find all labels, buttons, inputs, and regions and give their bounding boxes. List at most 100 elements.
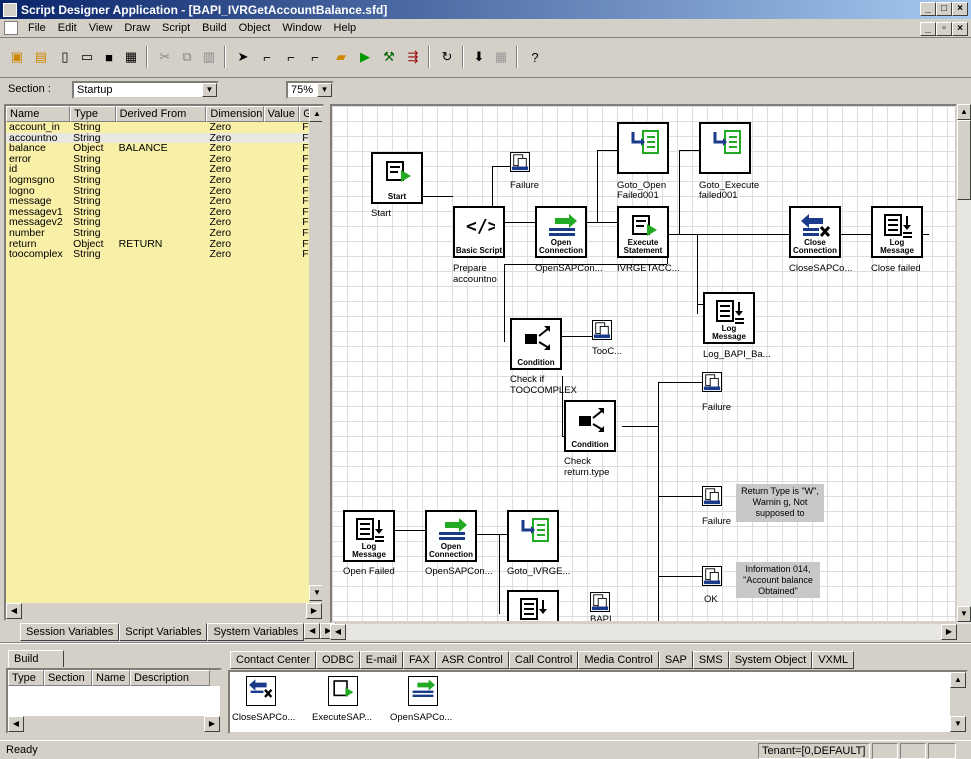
- pointer-icon[interactable]: ➤: [232, 46, 254, 68]
- scroll-thumb[interactable]: [957, 120, 971, 200]
- col-value[interactable]: Value: [263, 106, 300, 122]
- maximize-button[interactable]: □: [936, 2, 952, 16]
- scroll-left-button[interactable]: ◀: [330, 624, 346, 640]
- scroll-down-button[interactable]: ▼: [950, 716, 966, 732]
- cut-icon[interactable]: ✂: [154, 46, 176, 68]
- tab-script-variables[interactable]: Script Variables: [119, 623, 208, 641]
- goto-open-node[interactable]: [617, 122, 669, 174]
- table-row[interactable]: messagev1StringZeroFal: [6, 207, 322, 218]
- scroll-up-button[interactable]: ▲: [957, 104, 971, 120]
- table-row[interactable]: lognoStringZeroFal: [6, 186, 322, 197]
- debug-icon[interactable]: ⬇: [468, 46, 490, 68]
- goto-execute-node[interactable]: [699, 122, 751, 174]
- palette-item-close[interactable]: CloseSAPCo...: [232, 712, 295, 723]
- scroll-right-button[interactable]: ▶: [941, 624, 957, 640]
- copy-icon[interactable]: ⧉: [176, 46, 198, 68]
- scrollbar-horizontal[interactable]: ◀ ▶: [6, 603, 322, 619]
- table-row[interactable]: messagev2StringZeroFal: [6, 217, 322, 228]
- col-type[interactable]: Type: [8, 670, 44, 686]
- chevron-down-icon[interactable]: ▼: [317, 83, 332, 97]
- table-row[interactable]: accountnoStringZeroFal: [6, 132, 322, 144]
- lock-icon[interactable]: ▤: [30, 46, 52, 68]
- log-partial-node[interactable]: [507, 590, 559, 621]
- close-button[interactable]: ×: [952, 2, 968, 16]
- help-icon[interactable]: ?: [524, 46, 546, 68]
- connector-icon[interactable]: ⌐: [256, 46, 278, 68]
- col-derived[interactable]: Derived From: [115, 106, 207, 122]
- tab-session-variables[interactable]: Session Variables: [20, 623, 120, 641]
- close-connection-node[interactable]: Close Connection: [789, 206, 841, 258]
- section-select[interactable]: Startup ▼: [72, 81, 219, 99]
- col-section[interactable]: Section: [44, 670, 92, 686]
- table-row[interactable]: errorStringZeroFal: [6, 154, 322, 165]
- execute-statement-node[interactable]: Execute Statement: [617, 206, 669, 258]
- chevron-down-icon[interactable]: ▼: [202, 83, 217, 97]
- scroll-left-button[interactable]: ◀: [8, 716, 24, 732]
- menu-window[interactable]: Window: [276, 22, 327, 34]
- palette-item-execute[interactable]: ExecuteSAP...: [312, 712, 372, 723]
- table-row[interactable]: idStringZeroFal: [6, 164, 322, 175]
- menu-draw[interactable]: Draw: [118, 22, 156, 34]
- build-icon[interactable]: ⚒: [378, 46, 400, 68]
- failure3-label-node[interactable]: [702, 486, 722, 506]
- doc-close-button[interactable]: ×: [952, 22, 968, 36]
- tab-fax[interactable]: FAX: [402, 651, 436, 669]
- step-icon[interactable]: ⇶: [402, 46, 424, 68]
- scroll-up-button[interactable]: ▲: [950, 672, 966, 688]
- tag-icon[interactable]: ▰: [330, 46, 352, 68]
- condition2-node[interactable]: Condition: [564, 400, 616, 452]
- menu-script[interactable]: Script: [156, 22, 196, 34]
- scroll-up-button[interactable]: ▲: [309, 106, 322, 122]
- menu-object[interactable]: Object: [233, 22, 277, 34]
- table-row[interactable]: returnObjectRETURNZeroFal: [6, 239, 322, 250]
- menu-edit[interactable]: Edit: [52, 22, 83, 34]
- new-script-icon[interactable]: ▣: [6, 46, 28, 68]
- palette-execute-icon[interactable]: [328, 676, 358, 706]
- canvas-vscroll[interactable]: ▲ ▼: [957, 104, 971, 624]
- doc-restore-button[interactable]: ▫: [936, 22, 952, 36]
- run-icon[interactable]: ▶: [354, 46, 376, 68]
- log-message-node[interactable]: Log Message: [871, 206, 923, 258]
- goto-ivr-node[interactable]: [507, 510, 559, 562]
- condition-node[interactable]: Condition: [510, 318, 562, 370]
- table-row[interactable]: logmsgnoStringZeroFal: [6, 175, 322, 186]
- col-name[interactable]: Name: [6, 106, 71, 122]
- script-canvas[interactable]: Start Start </> Basic Script Prepare acc…: [330, 104, 957, 623]
- tab-build[interactable]: Build: [8, 650, 64, 667]
- table-row[interactable]: account_inStringZeroFal: [6, 122, 322, 133]
- canvas-hscroll[interactable]: ◀ ▶: [330, 624, 957, 640]
- save-icon[interactable]: ■: [98, 46, 120, 68]
- start-node[interactable]: Start: [371, 152, 423, 204]
- menu-view[interactable]: View: [83, 22, 119, 34]
- tab-system-variables[interactable]: System Variables: [207, 623, 305, 641]
- menu-build[interactable]: Build: [196, 22, 232, 34]
- scroll-down-button[interactable]: ▼: [957, 606, 971, 622]
- tab-sms[interactable]: SMS: [692, 651, 729, 669]
- menu-file[interactable]: File: [22, 22, 52, 34]
- open-connection2-node[interactable]: Open Connection: [425, 510, 477, 562]
- connector2-icon[interactable]: ⌐: [280, 46, 302, 68]
- tab-sap[interactable]: SAP: [658, 651, 693, 669]
- tab-media-control[interactable]: Media Control: [578, 651, 659, 669]
- scroll-right-button[interactable]: ▶: [204, 716, 220, 732]
- minimize-button[interactable]: _: [920, 2, 936, 16]
- failure-label-node[interactable]: [510, 152, 530, 172]
- palette-item-open[interactable]: OpenSAPCo...: [390, 712, 452, 723]
- tooc-label-node[interactable]: [592, 320, 612, 340]
- basic-script-node[interactable]: </> Basic Script: [453, 206, 505, 258]
- log-open-failed-node[interactable]: Log Message: [343, 510, 395, 562]
- palette-vscroll[interactable]: ▲ ▼: [950, 672, 966, 732]
- tab-asr-control[interactable]: ASR Control: [435, 651, 509, 669]
- refresh-icon[interactable]: ↻: [436, 46, 458, 68]
- zoom-select[interactable]: 75% ▼: [286, 81, 334, 99]
- tab-scroll-left[interactable]: ◀: [304, 623, 321, 639]
- paste-icon[interactable]: ▥: [198, 46, 220, 68]
- tab-vxml[interactable]: VXML: [812, 651, 855, 669]
- table-row[interactable]: numberStringZeroFal: [6, 228, 322, 239]
- menu-help[interactable]: Help: [328, 22, 363, 34]
- col-dimension[interactable]: Dimension: [206, 106, 264, 122]
- open-folder-icon[interactable]: ▭: [76, 46, 98, 68]
- tab-call-control[interactable]: Call Control: [508, 651, 579, 669]
- bapi-label-node[interactable]: [590, 592, 610, 612]
- scroll-left-button[interactable]: ◀: [6, 603, 22, 619]
